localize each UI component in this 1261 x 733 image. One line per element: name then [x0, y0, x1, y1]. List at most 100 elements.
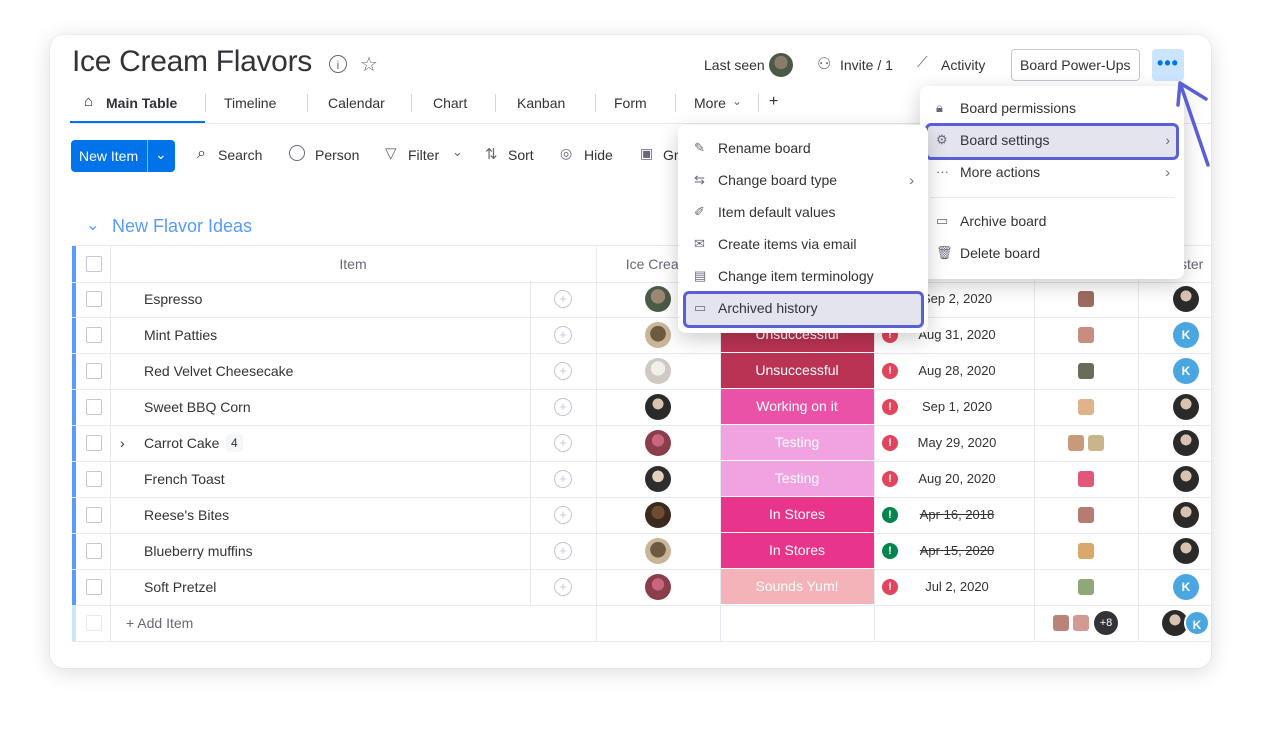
search-icon[interactable]: ⌕ [197, 145, 206, 163]
file-thumbnail[interactable] [1078, 327, 1094, 343]
item-name[interactable]: Reese's Bites [144, 497, 229, 533]
activity-button[interactable]: Activity [941, 57, 985, 73]
table-row[interactable]: Red Velvet Cheesecake + Unsuccessful! Aug 2… [72, 353, 1211, 390]
menu-item-archive-board[interactable]: ▭ Archive board [920, 205, 1184, 237]
add-update-icon[interactable]: + [554, 578, 572, 596]
hide-button[interactable]: Hide [584, 147, 613, 163]
add-update-icon[interactable]: + [554, 434, 572, 452]
file-thumbnail[interactable] [1078, 363, 1094, 379]
tester-avatar[interactable] [1173, 502, 1199, 528]
add-item-input[interactable]: + Add Item [126, 605, 193, 641]
last-seen-avatar[interactable] [769, 53, 793, 77]
add-update-icon[interactable]: + [554, 290, 572, 308]
tab-main-table[interactable]: Main Table [106, 95, 177, 111]
group-by-button[interactable]: Gr [663, 147, 679, 163]
table-row[interactable]: Soft Pretzel + Sounds Yum!! Jul 2, 2020 K [72, 569, 1211, 606]
row-checkbox[interactable] [86, 579, 102, 595]
date-value[interactable]: Aug 28, 2020 [882, 363, 1032, 378]
date-value[interactable]: Aug 20, 2020 [882, 471, 1032, 486]
menu-item-delete-board[interactable]: 🗑︎ Delete board [920, 237, 1184, 269]
add-person-icon[interactable]: ⚇ [817, 54, 831, 74]
board-title[interactable]: Ice Cream Flavors [72, 45, 312, 79]
chevron-down-icon[interactable]: ⌄ [732, 94, 742, 108]
status-badge[interactable]: Working on it [720, 389, 874, 424]
filter-button[interactable]: Filter [408, 147, 439, 163]
item-name[interactable]: Carrot Cake [144, 425, 219, 461]
date-value[interactable]: May 29, 2020 [882, 435, 1032, 450]
row-checkbox[interactable] [86, 471, 102, 487]
add-update-icon[interactable]: + [554, 326, 572, 344]
person-avatar[interactable] [645, 574, 671, 600]
person-avatar[interactable] [645, 394, 671, 420]
sort-icon[interactable]: ⇅ [485, 145, 498, 163]
file-thumbnail[interactable] [1078, 399, 1094, 415]
tester-avatar[interactable] [1173, 394, 1199, 420]
table-row[interactable]: Sweet BBQ Corn + Working on it! Sep 1, 2020 [72, 389, 1211, 426]
tester-avatar[interactable]: K [1173, 574, 1199, 600]
tester-avatar[interactable]: K [1173, 322, 1199, 348]
menu-item-board-settings[interactable]: ⚙ Board settings › [920, 124, 1184, 156]
menu-item-archived-history[interactable]: ▭ Archived history [678, 292, 928, 324]
row-checkbox[interactable] [86, 543, 102, 559]
row-checkbox[interactable] [86, 363, 102, 379]
sort-button[interactable]: Sort [508, 147, 534, 163]
new-item-button[interactable]: New Item ⌄ [71, 140, 175, 172]
chevron-down-icon[interactable]: ⌄ [452, 144, 463, 160]
person-avatar[interactable] [645, 430, 671, 456]
info-icon[interactable]: i [329, 55, 347, 73]
table-row[interactable]: Espresso+!Sep 2, 2020 [72, 281, 1211, 318]
item-name[interactable]: Soft Pretzel [144, 569, 216, 605]
expand-subitems-icon[interactable]: › [120, 425, 125, 461]
person-filter-button[interactable]: Person [315, 147, 359, 163]
tab-kanban[interactable]: Kanban [517, 95, 565, 111]
status-badge[interactable]: Testing [720, 461, 874, 496]
item-name[interactable]: Sweet BBQ Corn [144, 389, 251, 425]
row-checkbox[interactable] [86, 399, 102, 415]
add-update-icon[interactable]: + [554, 542, 572, 560]
group-title[interactable]: New Flavor Ideas [112, 216, 252, 237]
tester-avatar[interactable] [1173, 466, 1199, 492]
menu-item-change-item-terminology[interactable]: ▤ Change item terminology [678, 260, 928, 292]
menu-item-change-board-type[interactable]: ⇆ Change board type › [678, 164, 928, 196]
status-badge[interactable]: Sounds Yum! [720, 569, 874, 604]
item-name[interactable]: Blueberry muffins [144, 533, 253, 569]
invite-button[interactable]: Invite / 1 [840, 57, 893, 73]
person-icon[interactable] [289, 145, 305, 161]
search-button[interactable]: Search [218, 147, 262, 163]
tester-avatar[interactable]: K [1173, 358, 1199, 384]
star-icon[interactable]: ☆ [360, 52, 378, 77]
tester-avatar[interactable] [1173, 286, 1199, 312]
chevron-down-icon[interactable]: ⌄ [155, 146, 167, 163]
date-value[interactable]: Jul 2, 2020 [882, 579, 1032, 594]
add-update-icon[interactable]: + [554, 506, 572, 524]
row-checkbox[interactable] [86, 291, 102, 307]
last-seen-label[interactable]: Last seen [704, 57, 765, 73]
status-badge[interactable]: In Stores [720, 533, 874, 568]
person-avatar[interactable] [645, 322, 671, 348]
table-row[interactable]: Mint Patties + Unsuccessful! Aug 31, 2020 K [72, 317, 1211, 354]
row-checkbox[interactable] [86, 327, 102, 343]
table-row[interactable]: Reese's Bites + In Stores! Apr 16, 2018 [72, 497, 1211, 534]
file-thumbnail[interactable] [1078, 507, 1094, 523]
board-power-ups-button[interactable]: Board Power-Ups [1011, 49, 1140, 81]
menu-item-item-default-values[interactable]: ✐ Item default values [678, 196, 928, 228]
collapse-group-icon[interactable]: ⌄ [86, 215, 99, 235]
item-name[interactable]: Red Velvet Cheesecake [144, 353, 293, 389]
file-thumbnail[interactable] [1078, 579, 1094, 595]
tester-avatar[interactable] [1173, 538, 1199, 564]
person-avatar[interactable] [645, 502, 671, 528]
hide-icon[interactable]: ◎ [560, 145, 572, 162]
tab-calendar[interactable]: Calendar [328, 95, 385, 111]
table-row[interactable]: French Toast + Testing! Aug 20, 2020 [72, 461, 1211, 498]
status-badge[interactable]: Unsuccessful [720, 353, 874, 388]
activity-icon[interactable]: ⟋ [917, 54, 928, 71]
date-value[interactable]: Apr 16, 2018 [882, 507, 1032, 522]
tab-timeline[interactable]: Timeline [224, 95, 276, 111]
column-header-tester[interactable]: ster [1180, 246, 1211, 282]
date-value[interactable]: Apr 15, 2020 [882, 543, 1032, 558]
add-update-icon[interactable]: + [554, 470, 572, 488]
person-avatar[interactable] [645, 538, 671, 564]
status-badge[interactable]: In Stores [720, 497, 874, 532]
menu-item-rename-board[interactable]: ✎ Rename board [678, 132, 928, 164]
file-thumbnail[interactable] [1088, 435, 1104, 451]
